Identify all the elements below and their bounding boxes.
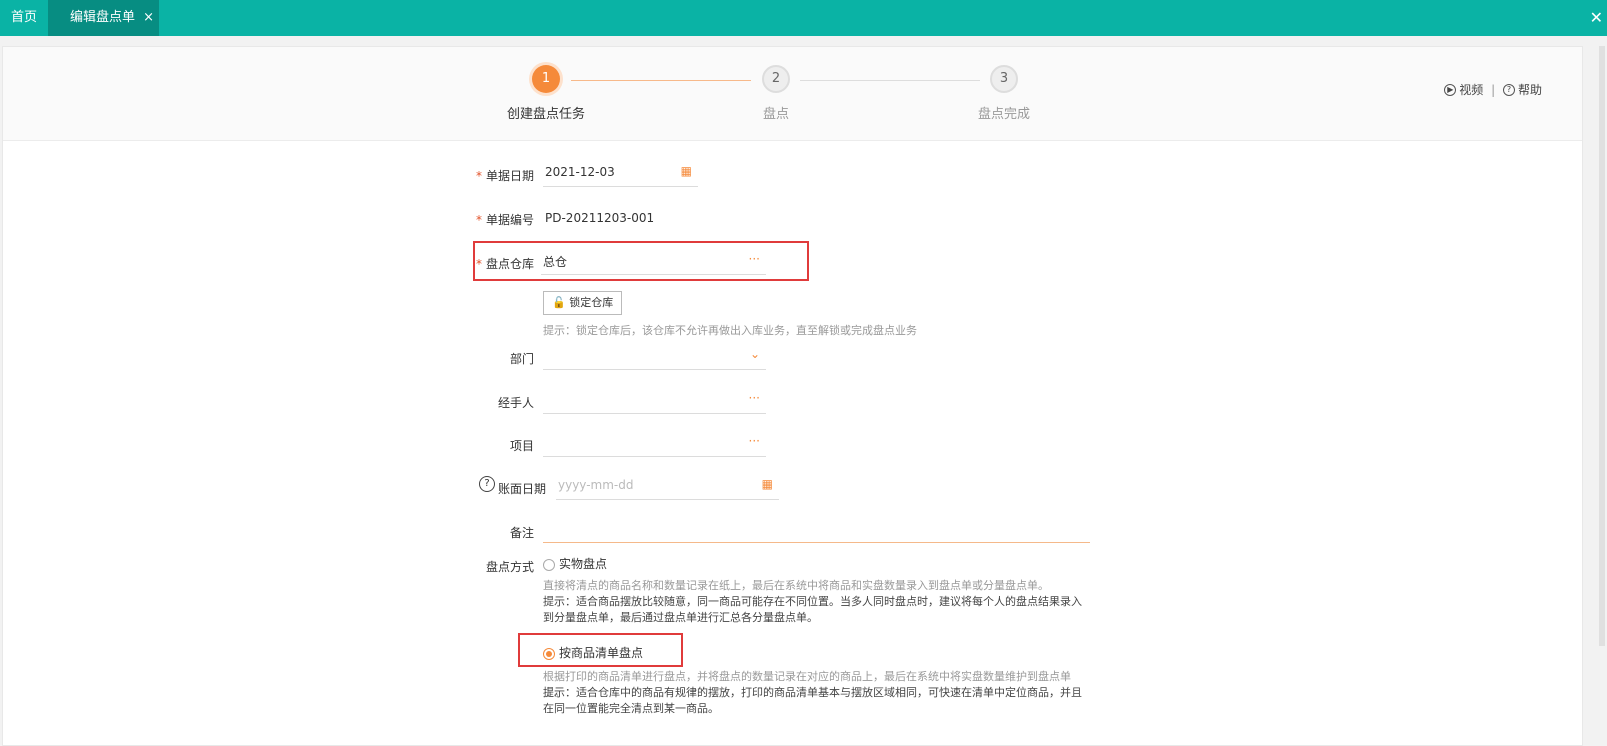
doc-date-field[interactable]: 2021-12-03 ▦ [543, 162, 698, 187]
required-mark: * [475, 169, 482, 183]
radio-label: 实物盘点 [559, 557, 608, 571]
project-field[interactable]: ··· [543, 432, 766, 457]
warehouse-label: * 盘点仓库 [446, 255, 534, 272]
handler-label: 经手人 [497, 396, 534, 410]
department-label: 部门 [509, 352, 534, 366]
radio-physical[interactable]: 实物盘点 [543, 555, 607, 572]
physical-tip: 提示：适合商品摆放比较随意，同一商品可能存在不同位置。当多人同时盘点时，建议将每… [543, 595, 1082, 624]
label-text: 单据日期 [485, 169, 534, 183]
radio-label: 按商品清单盘点 [559, 646, 644, 660]
radio-by-list[interactable]: 按商品清单盘点 [543, 644, 643, 661]
steps-bar: 1 创建盘点任务 2 盘点 3 盘点完成 ▶ 视频 | ? 帮助 [3, 47, 1582, 141]
book-date-field[interactable]: yyyy-mm-dd ▦ [556, 475, 779, 500]
book-date-label: 账面日期 [497, 482, 546, 496]
tab-label: 编辑盘点单 [70, 10, 136, 25]
scrollbar[interactable] [1599, 46, 1605, 646]
help-label: 帮助 [1517, 83, 1542, 97]
doc-no-value: PD-20211203-001 [545, 211, 655, 225]
step-3: 3 盘点完成 [944, 65, 1064, 122]
doc-date-value: 2021-12-03 [545, 165, 615, 179]
remark-label: 备注 [509, 526, 534, 540]
more-icon[interactable]: ··· [749, 434, 760, 448]
lock-icon: 🔓 [552, 296, 566, 309]
department-select[interactable]: ⌄ [543, 345, 766, 370]
play-icon: ▶ [1444, 83, 1457, 96]
chevron-down-icon[interactable]: ⌄ [750, 347, 760, 361]
video-label: 视频 [1459, 83, 1484, 97]
button-label: 锁定仓库 [569, 296, 614, 309]
main-panel: 1 创建盘点任务 2 盘点 3 盘点完成 ▶ 视频 | ? 帮助 [2, 46, 1583, 746]
calendar-icon[interactable]: ▦ [762, 477, 773, 491]
book-date-placeholder: yyyy-mm-dd [558, 478, 634, 492]
top-links: ▶ 视频 | ? 帮助 [1444, 81, 1542, 98]
step-number: 3 [990, 65, 1018, 93]
step-1: 1 创建盘点任务 [486, 65, 606, 122]
handler-field[interactable]: ··· [543, 389, 766, 414]
help-icon: ? [1502, 83, 1515, 96]
lock-warehouse-button[interactable]: 🔓 锁定仓库 [543, 291, 623, 315]
warehouse-field[interactable]: 总仓 ··· [541, 250, 766, 275]
more-icon[interactable]: ··· [749, 252, 760, 266]
step-label: 盘点完成 [977, 107, 1030, 122]
tab-home[interactable]: 首页 [0, 0, 48, 36]
required-mark: * [475, 257, 482, 271]
project-label: 项目 [509, 439, 534, 453]
tab-edit-inventory[interactable]: 编辑盘点单 × [48, 0, 159, 36]
required-mark: * [475, 213, 482, 227]
radio-icon [543, 647, 555, 660]
method-label: 盘点方式 [485, 560, 534, 574]
radio-icon [543, 558, 555, 571]
window-close-icon[interactable]: ✕ [1590, 0, 1603, 36]
warehouse-value: 总仓 [543, 255, 568, 269]
step-number: 2 [762, 65, 790, 93]
step-2: 2 盘点 [716, 65, 836, 122]
label-text: 单据编号 [485, 213, 534, 227]
step-label: 创建盘点任务 [506, 107, 585, 122]
more-icon[interactable]: ··· [749, 391, 760, 405]
lock-hint: 提示：锁定仓库后，该仓库不允许再做出入库业务，直至解锁或完成盘点业务 [543, 324, 917, 337]
separator: | [1491, 82, 1496, 97]
remark-field[interactable] [543, 518, 1090, 543]
close-icon[interactable]: × [143, 10, 154, 25]
top-tab-bar: 首页 编辑盘点单 × ✕ [0, 0, 1607, 36]
video-link[interactable]: ▶ 视频 [1444, 82, 1484, 97]
list-tip: 提示：适合仓库中的商品有规律的摆放，打印的商品清单基本与摆放区域相同，可快速在清… [543, 686, 1082, 715]
step-label: 盘点 [762, 107, 789, 122]
help-link[interactable]: ? 帮助 [1502, 82, 1542, 97]
doc-date-label: * 单据日期 [446, 167, 534, 184]
doc-no-label: * 单据编号 [446, 211, 534, 228]
calendar-icon[interactable]: ▦ [681, 164, 692, 178]
label-text: 盘点仓库 [485, 257, 534, 271]
step-number: 1 [532, 65, 560, 93]
physical-desc: 直接将清点的商品名称和数量记录在纸上，最后在系统中将商品和实盘数量录入到盘点单或… [543, 579, 1049, 592]
